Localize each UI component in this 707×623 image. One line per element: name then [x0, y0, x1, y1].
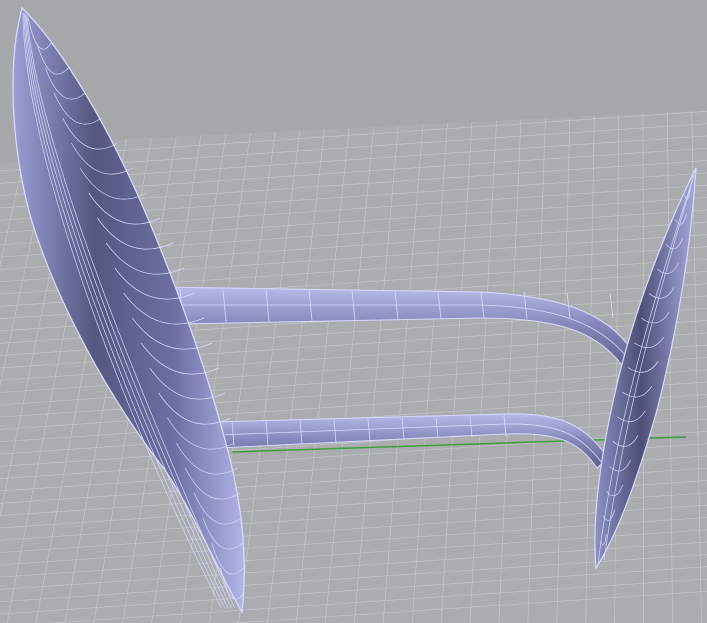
3d-viewport[interactable]: [0, 0, 707, 623]
viewport-canvas[interactable]: [0, 0, 707, 623]
